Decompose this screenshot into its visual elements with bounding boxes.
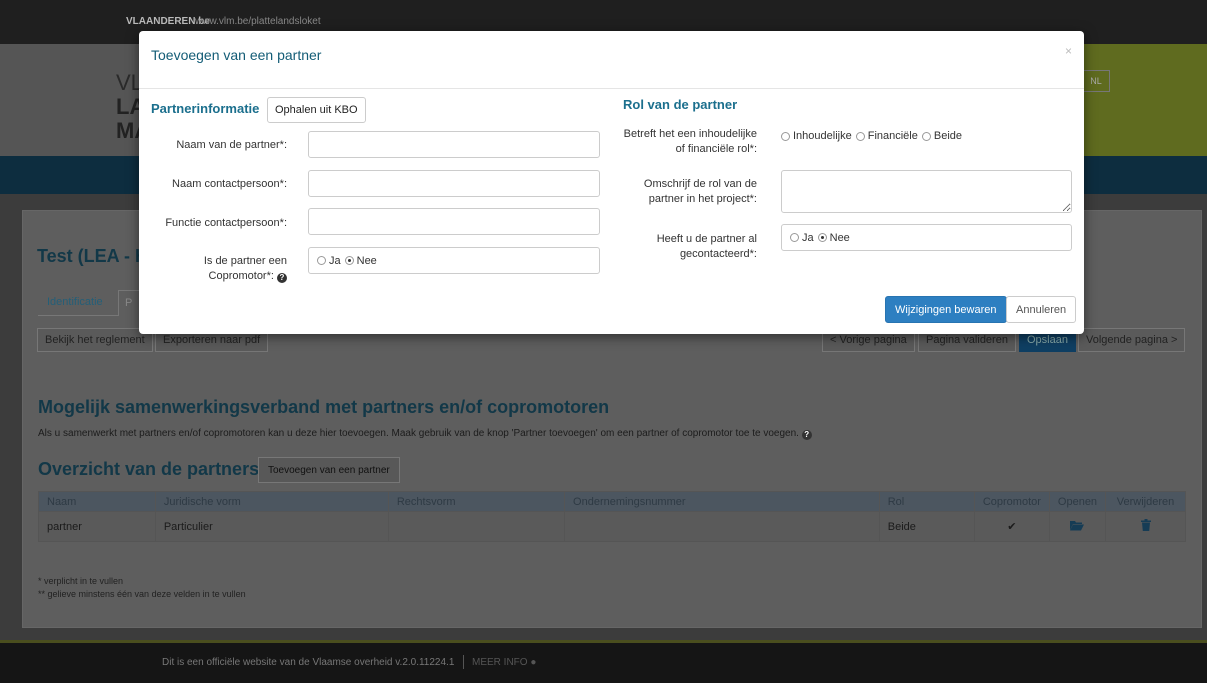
role-description-label-line-1: Omschrijf de rol van de bbox=[643, 178, 757, 190]
add-partner-button[interactable]: Toevoegen van een partner bbox=[258, 457, 400, 483]
folder-open-icon[interactable] bbox=[1070, 520, 1085, 531]
contact-function-input[interactable] bbox=[308, 208, 600, 235]
trash-icon[interactable] bbox=[1140, 519, 1151, 531]
footer-more-info-label: MEER INFO bbox=[472, 657, 528, 668]
role-description-label: Omschrijf de rol van de partner in het p… bbox=[579, 177, 757, 207]
modal-title: Toevoegen van een partner bbox=[151, 47, 322, 63]
required-note: * verplicht in te vullen bbox=[38, 576, 124, 586]
table-row: partner Particulier Beide ✔ bbox=[38, 511, 1186, 542]
contacted-label: Heeft u de partner al gecontacteerd*: bbox=[579, 232, 757, 262]
contacted-nee-radio[interactable] bbox=[817, 233, 827, 242]
cell-juridische-vorm: Particulier bbox=[154, 511, 389, 542]
footer-more-info-link[interactable]: MEER INFO ● bbox=[472, 657, 536, 668]
contact-person-input[interactable] bbox=[308, 170, 600, 197]
column-header-copromotor[interactable]: Copromotor bbox=[973, 491, 1050, 512]
partner-name-label: Naam van de partner*: bbox=[176, 139, 287, 151]
partner-role-title: Rol van de partner bbox=[623, 97, 738, 112]
cell-rol: Beide bbox=[878, 511, 975, 542]
copromotor-label: Is de partner een Copromotor*: ? bbox=[149, 254, 287, 284]
save-changes-button[interactable]: Wijzigingen bewaren bbox=[885, 296, 1007, 323]
copromotor-label-line-2: Copromotor*: ? bbox=[149, 269, 287, 284]
contact-person-label: Naam contactpersoon*: bbox=[172, 178, 287, 190]
column-header-juridische-vorm[interactable]: Juridische vorm bbox=[154, 491, 389, 512]
role-type-radio-group: Inhoudelijke Financiële Beide bbox=[781, 129, 966, 143]
contacted-label-line-1: Heeft u de partner al bbox=[656, 233, 757, 245]
role-financiele-radio[interactable] bbox=[855, 131, 865, 141]
next-page-button[interactable]: Volgende pagina > bbox=[1078, 328, 1186, 352]
at-least-one-note: ** gelieve minstens één van deze velden … bbox=[38, 589, 246, 599]
help-icon[interactable]: ? bbox=[801, 430, 812, 440]
contacted-label-line-2: gecontacteerd*: bbox=[679, 248, 757, 260]
cell-copromotor: ✔ bbox=[973, 511, 1050, 542]
role-type-label-line-1: Betreft het een inhoudelijke bbox=[623, 128, 757, 140]
column-header-rol[interactable]: Rol bbox=[878, 491, 975, 512]
column-header-openen: Openen bbox=[1048, 491, 1107, 512]
column-header-ondernemingsnummer[interactable]: Ondernemingsnummer bbox=[564, 491, 880, 512]
role-inhoudelijke-radio[interactable] bbox=[781, 131, 790, 141]
partner-name-input[interactable] bbox=[308, 131, 600, 158]
role-inhoudelijke-label: Inhoudelijke bbox=[793, 130, 852, 142]
section-description: Als u samenwerkt met partners en/of copr… bbox=[38, 428, 812, 440]
fetch-from-kbo-button[interactable]: Ophalen uit KBO bbox=[267, 97, 366, 123]
language-selector[interactable]: NL bbox=[1082, 70, 1110, 92]
column-header-verwijderen: Verwijderen bbox=[1105, 491, 1186, 512]
modal-header: Toevoegen van een partner × bbox=[139, 31, 1084, 89]
role-beide-radio[interactable] bbox=[921, 131, 931, 141]
cell-naam: partner bbox=[38, 511, 156, 542]
tab-partners[interactable]: P bbox=[118, 290, 140, 316]
copromotor-ja-label: Ja bbox=[329, 254, 341, 267]
footer-text: Dit is een officiële website van de Vlaa… bbox=[162, 657, 455, 668]
contacted-ja-label: Ja bbox=[802, 231, 814, 244]
column-header-rechtsvorm[interactable]: Rechtsvorm bbox=[387, 491, 566, 512]
column-header-naam[interactable]: Naam bbox=[38, 491, 156, 512]
role-financiele-label: Financiële bbox=[867, 130, 918, 142]
checkmark-icon: ✔ bbox=[1007, 521, 1017, 533]
overview-title: Overzicht van de partners bbox=[38, 459, 260, 479]
site-footer: Dit is een officiële website van de Vlaa… bbox=[0, 643, 1207, 683]
view-regulation-button[interactable]: Bekijk het reglement bbox=[37, 328, 153, 352]
role-type-label-line-2: of financiële rol*: bbox=[675, 143, 757, 155]
section-title: Mogelijk samenwerkingsverband met partne… bbox=[38, 397, 610, 417]
copromotor-radio-group: Ja Nee bbox=[308, 247, 600, 274]
page-title: Test (LEA - H bbox=[37, 246, 148, 266]
cell-verwijderen bbox=[1105, 511, 1186, 542]
cell-rechtsvorm bbox=[387, 511, 566, 542]
info-circle-icon: ● bbox=[530, 657, 537, 668]
contacted-radio-group: Ja Nee bbox=[781, 224, 1072, 251]
partners-table: Naam Juridische vorm Rechtsvorm Ondernem… bbox=[38, 491, 1186, 542]
copromotor-nee-label: Nee bbox=[356, 254, 377, 267]
close-icon[interactable]: × bbox=[1065, 44, 1072, 58]
copromotor-label-text: Copromotor*: bbox=[208, 270, 274, 282]
role-description-textarea[interactable] bbox=[781, 170, 1072, 213]
cell-openen bbox=[1048, 511, 1107, 542]
tab-identificatie[interactable]: Identificatie bbox=[38, 290, 118, 316]
role-type-label: Betreft het een inhoudelijke of financië… bbox=[579, 127, 757, 157]
partner-info-title: Partnerinformatie bbox=[151, 101, 260, 116]
copromotor-ja-radio[interactable] bbox=[317, 256, 326, 265]
help-icon[interactable]: ? bbox=[277, 273, 287, 283]
contact-function-label: Functie contactpersoon*: bbox=[165, 217, 287, 229]
cancel-button[interactable]: Annuleren bbox=[1006, 296, 1077, 323]
site-url-link[interactable]: www.vlm.be/plattelandsloket bbox=[195, 16, 321, 27]
section-description-text: Als u samenwerkt met partners en/of copr… bbox=[38, 428, 799, 439]
copromotor-label-line-1: Is de partner een bbox=[203, 255, 287, 267]
role-beide-label: Beide bbox=[933, 130, 962, 142]
cell-ondernemingsnummer bbox=[564, 511, 880, 542]
role-description-label-line-2: partner in het project*: bbox=[648, 193, 757, 205]
contacted-ja-radio[interactable] bbox=[790, 233, 799, 242]
table-header-row: Naam Juridische vorm Rechtsvorm Ondernem… bbox=[38, 491, 1186, 512]
contacted-nee-label: Nee bbox=[829, 231, 850, 244]
add-partner-modal: Toevoegen van een partner × Partnerinfor… bbox=[139, 31, 1084, 334]
copromotor-nee-radio[interactable] bbox=[344, 256, 354, 265]
header-green-panel bbox=[1082, 44, 1207, 156]
footer-separator bbox=[463, 655, 464, 669]
